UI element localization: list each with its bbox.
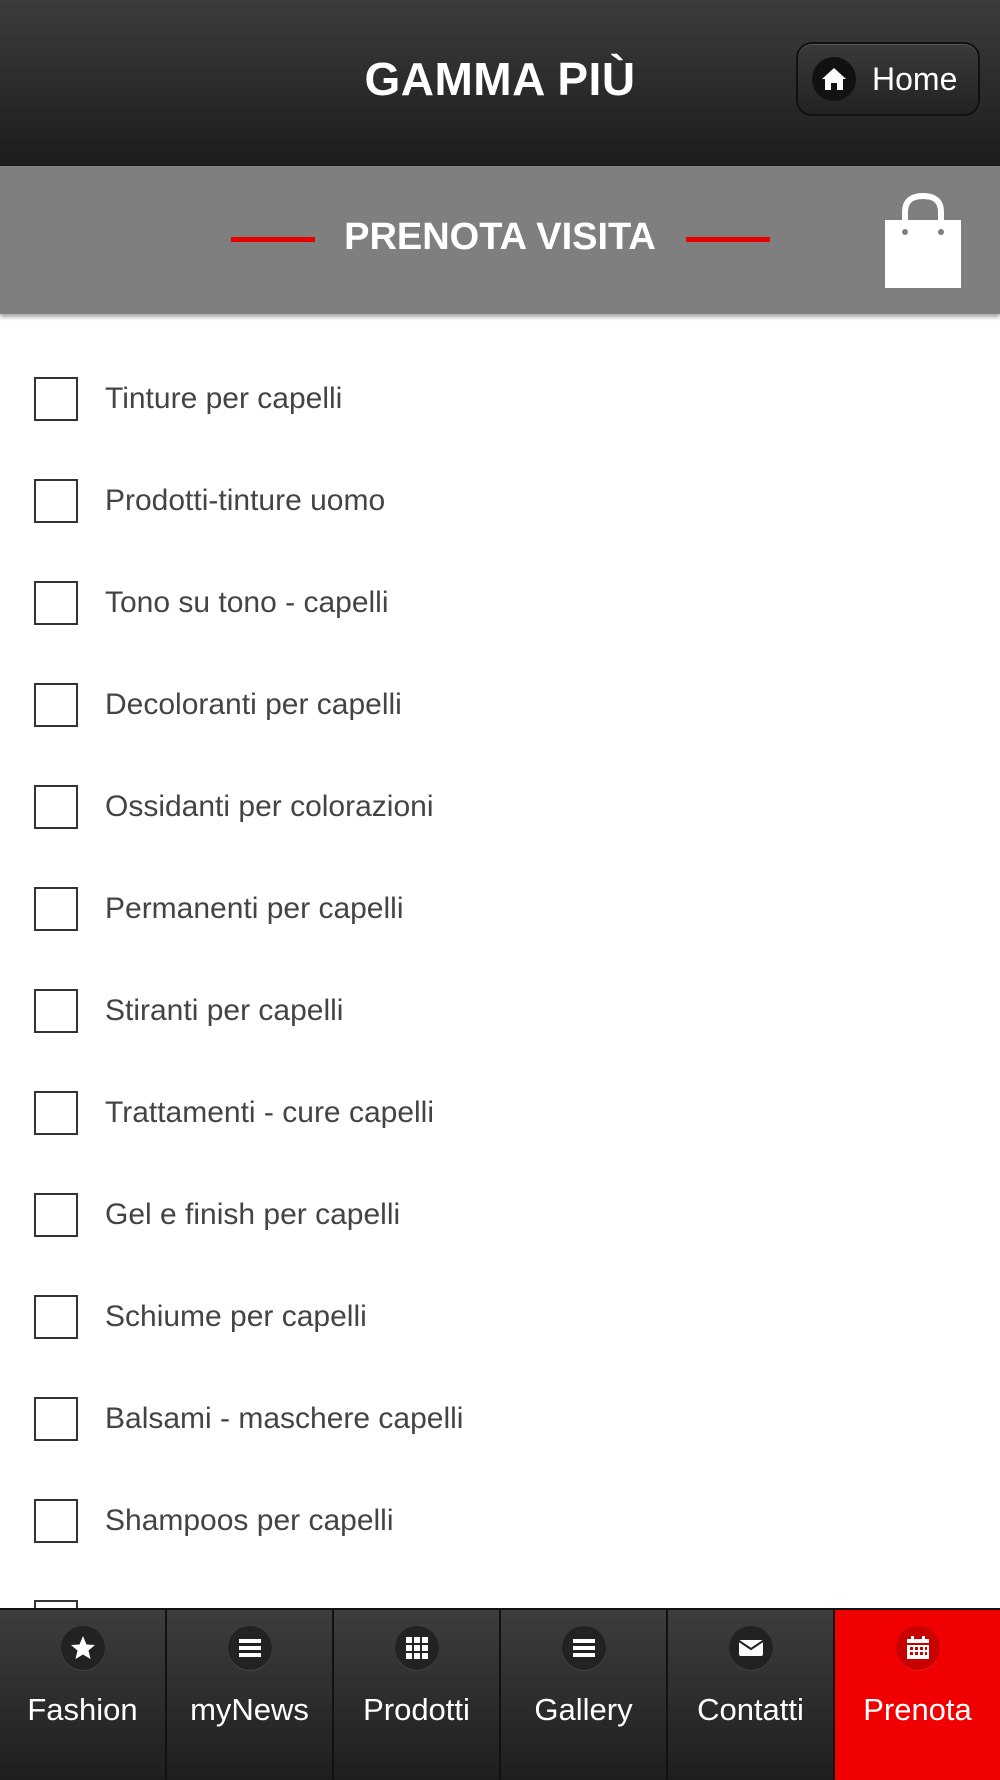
checkbox[interactable]	[34, 887, 78, 931]
checkbox[interactable]	[34, 1193, 78, 1237]
calendar-icon	[895, 1626, 940, 1670]
tab-prodotti[interactable]: Prodotti	[332, 1610, 499, 1780]
section-bar: PRENOTA VISITA	[0, 166, 1000, 314]
list-item[interactable]: Prodotti-tinture uomo	[0, 450, 1000, 552]
tab-label: Prodotti	[363, 1692, 470, 1727]
checkbox[interactable]	[34, 479, 78, 523]
tab-mynews[interactable]: myNews	[165, 1610, 332, 1780]
shopping-bag-icon[interactable]	[883, 190, 963, 295]
list-icon	[561, 1626, 606, 1670]
list-item-label: Ossidanti per colorazioni	[105, 790, 434, 823]
checkbox[interactable]	[34, 1091, 78, 1135]
home-button-label: Home	[872, 60, 958, 97]
home-button[interactable]: Home	[796, 42, 980, 116]
list-item-label: Shampoos per capelli	[105, 1504, 394, 1537]
service-list: Tinture per capelli Prodotti-tinture uom…	[0, 348, 1000, 1572]
list-item[interactable]: Permanenti per capelli	[0, 858, 1000, 960]
list-item[interactable]: Decoloranti per capelli	[0, 654, 1000, 756]
list-item-label: Gel e finish per capelli	[105, 1198, 401, 1231]
checkbox[interactable]	[34, 1499, 78, 1543]
checkbox[interactable]	[34, 683, 78, 727]
tab-fashion[interactable]: Fashion	[0, 1610, 165, 1780]
tab-label: Fashion	[27, 1692, 138, 1727]
list-item-label: Trattamenti - cure capelli	[105, 1096, 435, 1129]
tab-prenota[interactable]: Prenota	[833, 1610, 1000, 1780]
list-item-label: Prodotti-tinture uomo	[105, 484, 386, 517]
bottom-tab-bar: Fashion myNews Prodotti Gallery Contatti	[0, 1608, 1000, 1780]
checkbox[interactable]	[34, 581, 78, 625]
list-item[interactable]: Schiume per capelli	[0, 1266, 1000, 1368]
tab-label: myNews	[190, 1692, 309, 1727]
checkbox[interactable]	[34, 1397, 78, 1441]
tab-label: Prenota	[863, 1692, 972, 1727]
home-icon	[812, 57, 856, 101]
list-item-label: Schiume per capelli	[105, 1300, 367, 1333]
envelope-icon	[728, 1626, 773, 1670]
section-title: PRENOTA VISITA	[344, 216, 656, 258]
app-header: GAMMA PIÙ Home	[0, 0, 1000, 166]
list-item[interactable]: Tinture per capelli	[0, 348, 1000, 450]
list-item-label: Stiranti per capelli	[105, 994, 344, 1027]
tab-label: Contatti	[697, 1692, 804, 1727]
grid-icon	[394, 1626, 439, 1670]
checkbox[interactable]	[34, 989, 78, 1033]
list-item-label: Decoloranti per capelli	[105, 688, 402, 721]
tab-label: Gallery	[534, 1692, 633, 1727]
list-item[interactable]: Tono su tono - capelli	[0, 552, 1000, 654]
tab-gallery[interactable]: Gallery	[499, 1610, 666, 1780]
star-icon	[60, 1626, 105, 1670]
list-item-label: Tinture per capelli	[105, 382, 343, 415]
checkbox[interactable]	[34, 1295, 78, 1339]
title-right-rule	[686, 237, 770, 242]
list-item[interactable]: Ossidanti per colorazioni	[0, 756, 1000, 858]
list-item[interactable]: Shampoos per capelli	[0, 1470, 1000, 1572]
list-item-label: Balsami - maschere capelli	[105, 1402, 464, 1435]
list-item[interactable]: Trattamenti - cure capelli	[0, 1062, 1000, 1164]
checkbox[interactable]	[34, 785, 78, 829]
list-item-label: Tono su tono - capelli	[105, 586, 389, 619]
list-item[interactable]: Gel e finish per capelli	[0, 1164, 1000, 1266]
list-icon	[227, 1626, 272, 1670]
tab-contatti[interactable]: Contatti	[666, 1610, 833, 1780]
list-item[interactable]: Balsami - maschere capelli	[0, 1368, 1000, 1470]
checkbox[interactable]	[34, 377, 78, 421]
list-item-label: Permanenti per capelli	[105, 892, 404, 925]
list-item[interactable]: Stiranti per capelli	[0, 960, 1000, 1062]
